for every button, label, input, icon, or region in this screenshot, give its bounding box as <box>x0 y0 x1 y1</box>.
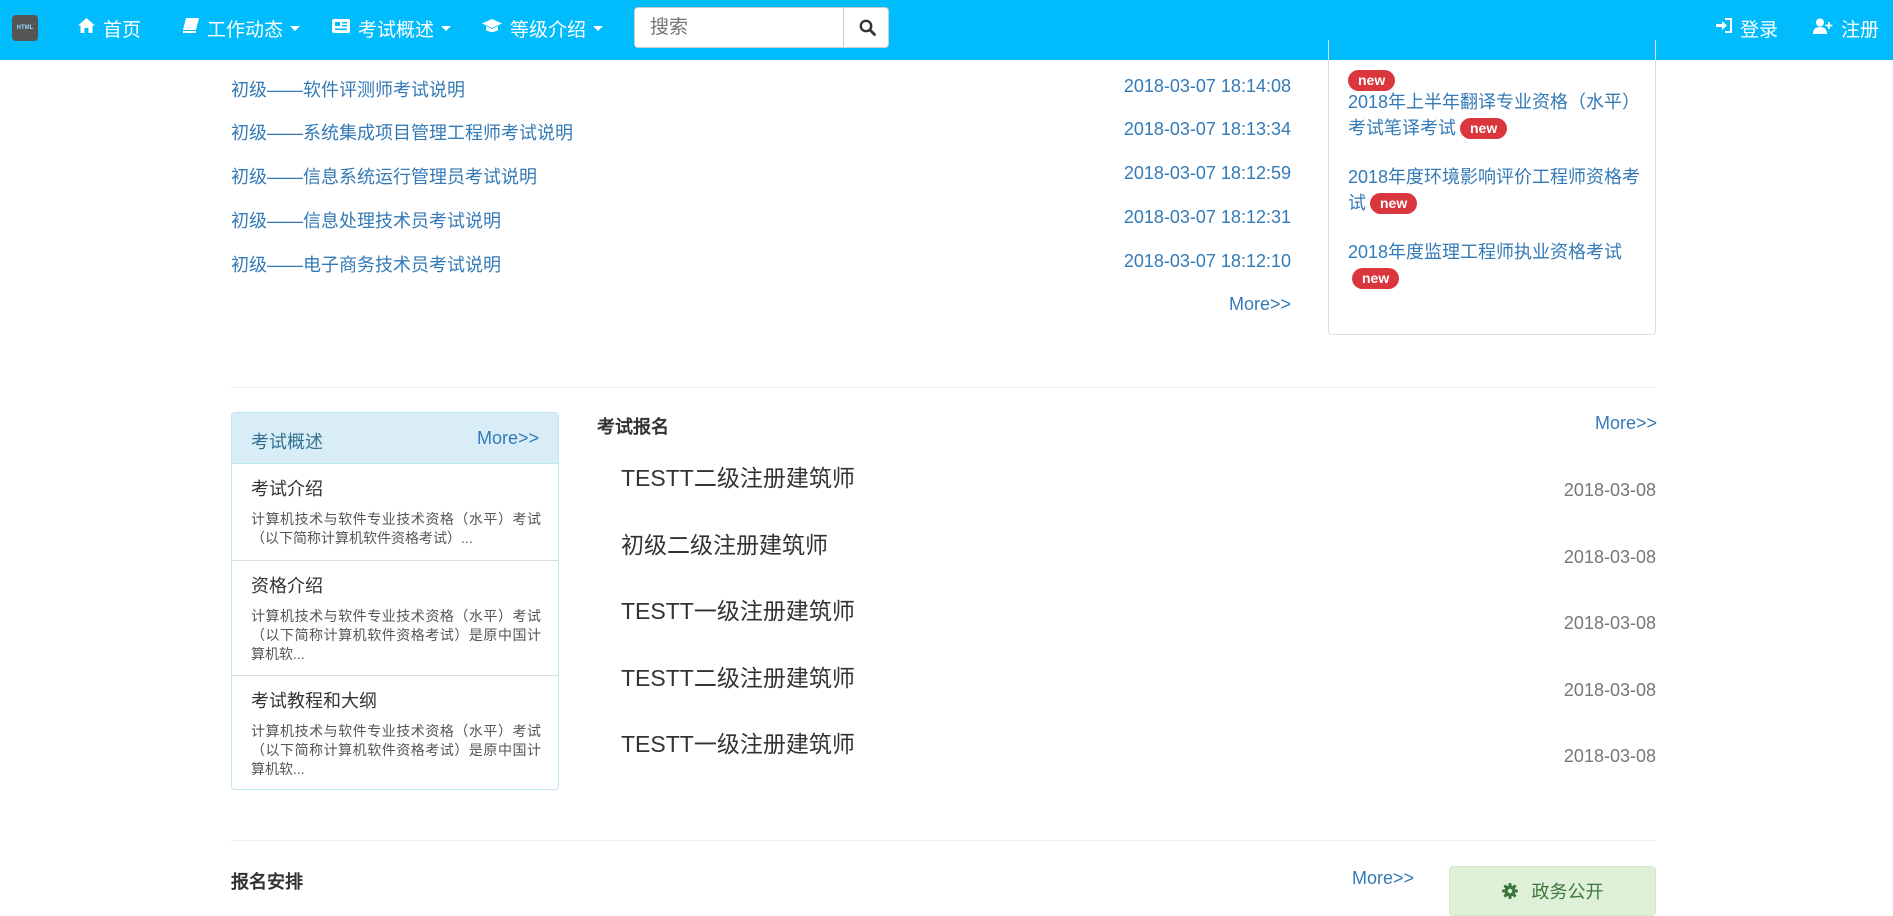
chevron-down-icon <box>290 25 301 31</box>
login-link[interactable]: 登录 <box>1716 0 1778 56</box>
announcement-item[interactable]: 2018年上半年翻译专业资格（水平）考试笔译考试 new <box>1348 89 1643 141</box>
news-item-title[interactable]: 初级——系统集成项目管理工程师考试说明 <box>231 119 573 145</box>
search-form <box>634 7 889 48</box>
new-badge: new <box>1370 193 1418 214</box>
register-link[interactable]: 注册 <box>1813 0 1879 56</box>
news-item-date: 2018-03-07 18:13:34 <box>1123 119 1291 139</box>
new-badge: new <box>1348 70 1396 91</box>
news-item[interactable]: 初级——系统集成项目管理工程师考试说明 2018-03-07 18:13:34 <box>231 119 1291 149</box>
nav-level-dropdown[interactable]: 等级介绍 <box>482 0 604 56</box>
announcement-title[interactable]: 2018年度监理工程师执业资格考试 <box>1348 242 1622 262</box>
new-badge: new <box>1352 268 1400 289</box>
search-input[interactable] <box>635 8 843 47</box>
login-label: 登录 <box>1740 19 1779 41</box>
overview-item[interactable]: 考试教程和大纲 计算机技术与软件专业技术资格（水平）考试（以下简称计算机软件资格… <box>232 675 558 790</box>
nav-exam-dropdown[interactable]: 考试概述 <box>332 0 452 56</box>
registration-item-date: 2018-03-08 <box>1563 613 1656 633</box>
panel-header: 考试概述 More>> <box>232 413 558 464</box>
overview-item-summary: 计算机技术与软件专业技术资格（水平）考试（以下简称计算机软件资格考试）是原中国计… <box>251 608 541 662</box>
overview-item-summary: 计算机技术与软件专业技术资格（水平）考试（以下简称计算机软件资格考试）... <box>251 511 541 546</box>
registration-item-title[interactable]: 初级二级注册建筑师 <box>621 526 828 560</box>
newspaper-icon <box>332 18 350 38</box>
overview-item[interactable]: 资格介绍 计算机技术与软件专业技术资格（水平）考试（以下简称计算机软件资格考试）… <box>232 560 558 675</box>
search-icon <box>859 19 876 36</box>
news-item-date: 2018-03-07 18:12:10 <box>1123 251 1291 271</box>
search-button[interactable] <box>843 8 888 47</box>
nav-level-label: 等级介绍 <box>510 19 587 41</box>
announcement-item[interactable]: 2018年度环境影响评价工程师资格考试 new <box>1348 164 1643 216</box>
overview-more-link[interactable]: More>> <box>477 428 539 449</box>
news-item-date: 2018-03-07 18:14:08 <box>1123 76 1291 96</box>
schedule-title: 报名安排 <box>231 872 303 892</box>
exam-overview-panel: 考试概述 More>> 考试介绍 计算机技术与软件专业技术资格（水平）考试（以下… <box>231 412 559 790</box>
registration-item-title[interactable]: TESTT二级注册建筑师 <box>621 659 855 693</box>
graduation-cap-icon <box>482 18 502 38</box>
sign-in-icon <box>1716 18 1732 38</box>
overview-item[interactable]: 考试介绍 计算机技术与软件专业技术资格（水平）考试（以下简称计算机软件资格考试）… <box>232 463 558 558</box>
nav-work-label: 工作动态 <box>207 19 284 41</box>
nav-exam-label: 考试概述 <box>358 19 435 41</box>
registration-item-date: 2018-03-08 <box>1563 547 1656 567</box>
registration-item-date: 2018-03-08 <box>1563 680 1656 700</box>
news-item-title[interactable]: 初级——电子商务技术员考试说明 <box>231 251 501 277</box>
gov-open-button[interactable]: 政务公开 <box>1449 866 1656 916</box>
section-divider <box>231 840 1656 841</box>
news-item-date: 2018-03-07 18:12:31 <box>1123 207 1291 227</box>
book-icon <box>183 18 199 38</box>
registration-more-link[interactable]: More>> <box>1595 413 1657 434</box>
news-item-date: 2018-03-07 18:12:59 <box>1123 163 1291 183</box>
registration-item-title[interactable]: TESTT一级注册建筑师 <box>621 592 855 626</box>
registration-item-title[interactable]: TESTT二级注册建筑师 <box>621 459 855 493</box>
gear-icon <box>1501 883 1518 899</box>
gov-open-label: 政务公开 <box>1531 882 1604 902</box>
news-item[interactable]: 初级——软件评测师考试说明 2018-03-07 18:14:08 <box>231 76 1291 106</box>
registration-item-date: 2018-03-08 <box>1563 746 1656 766</box>
news-item[interactable]: 初级——电子商务技术员考试说明 2018-03-07 18:12:10 <box>231 251 1291 281</box>
chevron-down-icon <box>593 25 604 31</box>
overview-item-title[interactable]: 考试教程和大纲 <box>251 687 377 713</box>
user-plus-icon <box>1813 18 1833 39</box>
logo-text: HTML <box>16 25 34 31</box>
registration-title: 考试报名 <box>597 417 669 437</box>
nav-home[interactable]: 首页 <box>78 0 141 56</box>
announcement-item[interactable]: 2018年度监理工程师执业资格考试 new <box>1348 239 1643 291</box>
site-logo[interactable]: HTML <box>12 15 38 41</box>
news-item-title[interactable]: 初级——信息处理技术员考试说明 <box>231 207 501 233</box>
news-item[interactable]: 初级——信息处理技术员考试说明 2018-03-07 18:12:31 <box>231 207 1291 237</box>
home-icon <box>78 18 95 38</box>
news-item-title[interactable]: 初级——软件评测师考试说明 <box>231 76 465 102</box>
overview-item-title[interactable]: 资格介绍 <box>251 572 323 598</box>
nav-home-label: 首页 <box>103 19 142 41</box>
nav-work-dropdown[interactable]: 工作动态 <box>183 0 301 56</box>
chevron-down-icon <box>441 25 452 31</box>
register-label: 注册 <box>1841 19 1880 41</box>
registration-item-title[interactable]: TESTT一级注册建筑师 <box>621 725 855 759</box>
overview-item-summary: 计算机技术与软件专业技术资格（水平）考试（以下简称计算机软件资格考试）是原中国计… <box>251 723 541 777</box>
overview-item-title[interactable]: 考试介绍 <box>251 475 323 501</box>
news-item-title[interactable]: 初级——信息系统运行管理员考试说明 <box>231 163 537 189</box>
panel-title: 考试概述 <box>251 432 323 452</box>
news-item[interactable]: 初级——信息系统运行管理员考试说明 2018-03-07 18:12:59 <box>231 163 1291 193</box>
schedule-more-link[interactable]: More>> <box>1352 868 1414 889</box>
registration-item-date: 2018-03-08 <box>1563 480 1656 500</box>
new-badge: new <box>1460 118 1508 139</box>
news-more-link[interactable]: More>> <box>1229 294 1291 315</box>
section-divider <box>231 387 1656 388</box>
